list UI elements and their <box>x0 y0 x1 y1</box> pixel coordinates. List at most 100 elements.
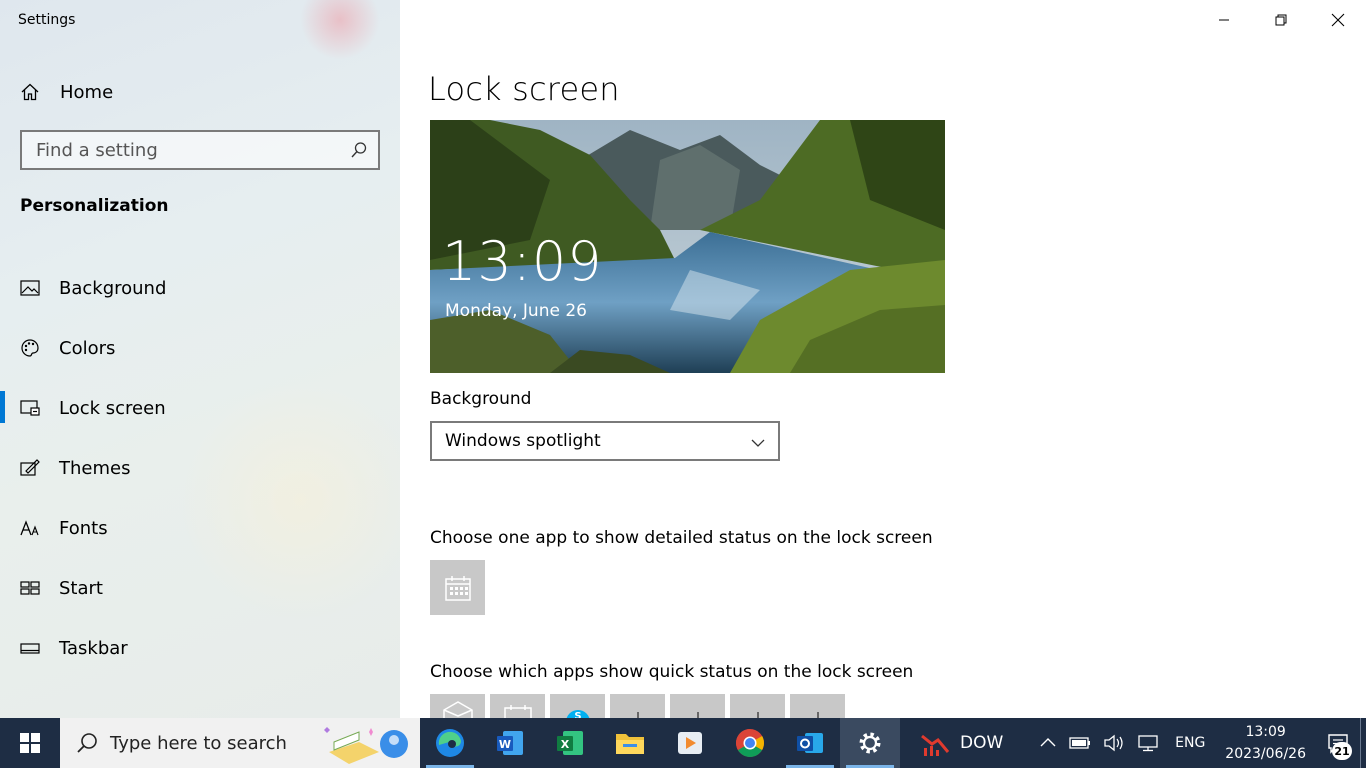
sidebar-item-themes[interactable]: Themes <box>0 438 400 498</box>
minimize-icon <box>1218 19 1229 21</box>
taskbar-excel-button[interactable]: X <box>540 718 600 768</box>
plus-icon <box>756 712 759 718</box>
edge-icon <box>436 729 464 757</box>
svg-text:X: X <box>561 738 570 751</box>
taskbar-outlook-button[interactable] <box>780 718 840 768</box>
taskbar-chrome-button[interactable] <box>720 718 780 768</box>
sidebar-item-label: Start <box>59 577 103 599</box>
start-button[interactable] <box>0 718 60 768</box>
quick-status-apps: S <box>430 694 845 718</box>
section-title: Personalization <box>20 196 169 216</box>
mail-icon <box>442 701 473 718</box>
sidebar-item-label: Colors <box>59 337 116 359</box>
battery-button[interactable] <box>1063 718 1097 768</box>
show-desktop-button[interactable] <box>1360 718 1366 768</box>
file-explorer-icon <box>616 734 644 754</box>
svg-text:S: S <box>574 711 581 718</box>
window-controls <box>1195 0 1366 40</box>
nav-home[interactable]: Home <box>20 78 113 106</box>
background-dropdown-value: Windows spotlight <box>445 431 601 451</box>
media-player-icon <box>678 732 702 754</box>
plus-icon <box>816 712 819 718</box>
sidebar-item-label: Background <box>59 277 167 299</box>
search-input[interactable] <box>22 139 342 161</box>
taskbar-word-button[interactable]: W <box>480 718 540 768</box>
sidebar-item-fonts[interactable]: Fonts <box>0 498 400 558</box>
themes-icon <box>20 459 40 476</box>
chevron-up-icon <box>1040 738 1056 747</box>
system-tray: ENG 13:09 2023/06/26 21 <box>1033 718 1366 768</box>
restore-icon <box>1275 14 1286 26</box>
quick-status-add-button[interactable] <box>790 694 845 718</box>
calendar-icon <box>503 705 532 718</box>
search-icon[interactable] <box>350 141 368 159</box>
action-center-button[interactable]: 21 <box>1316 718 1360 768</box>
volume-button[interactable] <box>1097 718 1131 768</box>
nav-home-label: Home <box>60 81 114 103</box>
language-indicator[interactable]: ENG <box>1165 718 1215 768</box>
chevron-down-icon <box>751 439 765 447</box>
restore-button[interactable] <box>1252 0 1309 40</box>
taskbar-file-explorer-button[interactable] <box>600 718 660 768</box>
plus-icon <box>636 712 639 718</box>
clock-time: 13:09 <box>1245 724 1286 740</box>
taskbar-settings-button[interactable] <box>840 718 900 768</box>
calendar-icon <box>444 575 471 601</box>
page-title: Lock screen <box>428 70 620 108</box>
search-icon <box>77 733 97 753</box>
sidebar-decoration <box>300 0 380 60</box>
background-dropdown[interactable]: Windows spotlight <box>430 421 780 461</box>
skype-icon: S <box>566 710 589 718</box>
picture-icon <box>20 280 40 296</box>
sidebar-item-background[interactable]: Background <box>0 258 400 318</box>
close-button[interactable] <box>1309 0 1366 40</box>
taskbar-clock[interactable]: 13:09 2023/06/26 <box>1215 721 1316 765</box>
settings-icon <box>859 732 881 754</box>
taskbar-search-box[interactable]: Type here to search <box>60 718 420 768</box>
search-box <box>20 130 380 170</box>
quick-status-skype-button[interactable]: S <box>550 694 605 718</box>
taskbar-search-placeholder: Type here to search <box>110 732 287 754</box>
battery-icon <box>1069 737 1091 749</box>
taskbar-edge-button[interactable] <box>420 718 480 768</box>
nav-list: Background Colors Lock screen Themes Fon… <box>0 258 400 678</box>
taskbar-media-player-button[interactable] <box>660 718 720 768</box>
palette-icon <box>21 339 39 357</box>
detailed-status-label: Choose one app to show detailed status o… <box>430 528 933 548</box>
preview-date: Monday, June 26 <box>445 301 587 321</box>
taskbar: Type here to search W X DOW ENG 13:09 20… <box>0 718 1366 768</box>
volume-icon <box>1104 734 1123 752</box>
background-label: Background <box>430 389 532 409</box>
sidebar-item-start[interactable]: Start <box>0 558 400 618</box>
sidebar-item-taskbar[interactable]: Taskbar <box>0 618 400 678</box>
plus-icon <box>696 712 699 718</box>
window-title: Settings <box>18 12 76 28</box>
quick-status-mail-button[interactable] <box>430 694 485 718</box>
show-hidden-icons-button[interactable] <box>1033 718 1063 768</box>
start-icon <box>20 581 40 595</box>
quick-status-label: Choose which apps show quick status on t… <box>430 662 914 682</box>
sidebar-item-colors[interactable]: Colors <box>0 318 400 378</box>
stock-ticker-widget[interactable]: DOW <box>900 718 1019 768</box>
network-button[interactable] <box>1131 718 1165 768</box>
sidebar-item-lock-screen[interactable]: Lock screen <box>0 378 400 438</box>
excel-icon: X <box>557 731 583 755</box>
close-icon <box>1331 13 1344 27</box>
svg-text:W: W <box>499 738 511 751</box>
sidebar-item-label: Themes <box>59 457 131 479</box>
sidebar-item-label: Taskbar <box>59 637 128 659</box>
taskbar-icon <box>20 643 40 654</box>
notification-count-badge: 21 <box>1332 742 1352 760</box>
quick-status-add-button[interactable] <box>670 694 725 718</box>
quick-status-add-button[interactable] <box>610 694 665 718</box>
minimize-button[interactable] <box>1195 0 1252 40</box>
fonts-icon <box>20 520 39 536</box>
quick-status-calendar-button[interactable] <box>490 694 545 718</box>
windows-logo-icon <box>20 733 40 753</box>
outlook-icon <box>797 733 823 753</box>
chrome-icon <box>736 729 764 757</box>
detailed-status-app-button[interactable] <box>430 560 485 615</box>
clock-date: 2023/06/26 <box>1225 746 1306 762</box>
quick-status-add-button[interactable] <box>730 694 785 718</box>
sidebar: Settings Home Personalization Background… <box>0 0 400 718</box>
